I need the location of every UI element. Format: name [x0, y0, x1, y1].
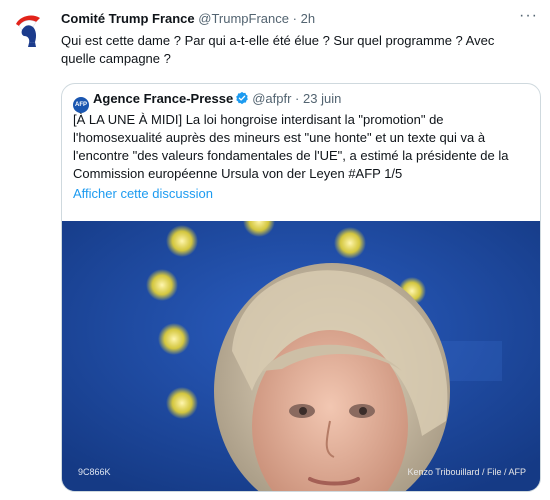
quoted-author-handle: @afpfr [252, 91, 292, 106]
photo-ursula-von-der-leyen-eu-flag [62, 221, 540, 491]
show-thread-link[interactable]: Afficher cette discussion [73, 185, 213, 203]
separator-dot: · [292, 11, 297, 26]
quoted-date: 23 juin [303, 91, 342, 106]
tweet-timestamp[interactable]: 2h [301, 11, 315, 26]
separator-dot: · [295, 91, 300, 106]
tweet-header: Comité Trump France @TrumpFrance · 2h [61, 11, 536, 29]
quoted-tweet-image[interactable]: 9C866K Kenzo Tribouillard / File / AFP [62, 221, 540, 491]
red-white-blue-profile-logo-icon [16, 15, 40, 47]
quoted-tweet-header: AFP Agence France-Presse @afpfr · 23 juin [73, 90, 342, 113]
author-name[interactable]: Comité Trump France [61, 11, 195, 26]
image-id-caption: 9C866K [78, 467, 111, 477]
quoted-tweet[interactable]: AFP Agence France-Presse @afpfr · 23 juin … [61, 83, 541, 492]
tweet-card[interactable]: Comité Trump France @TrumpFrance · 2h ··… [0, 0, 550, 500]
more-options-icon[interactable]: ··· [519, 8, 538, 24]
quoted-author-name: Agence France-Presse [93, 91, 234, 106]
image-credit: Kenzo Tribouillard / File / AFP [407, 467, 526, 477]
author-handle[interactable]: @TrumpFrance [198, 11, 289, 26]
quoted-tweet-text: [À LA UNE À MIDI] La loi hongroise inter… [73, 112, 509, 181]
verified-badge-icon [235, 91, 249, 110]
avatar[interactable] [10, 10, 50, 50]
tweet-text: Qui est cette dame ? Par qui a-t-elle ét… [61, 33, 495, 66]
